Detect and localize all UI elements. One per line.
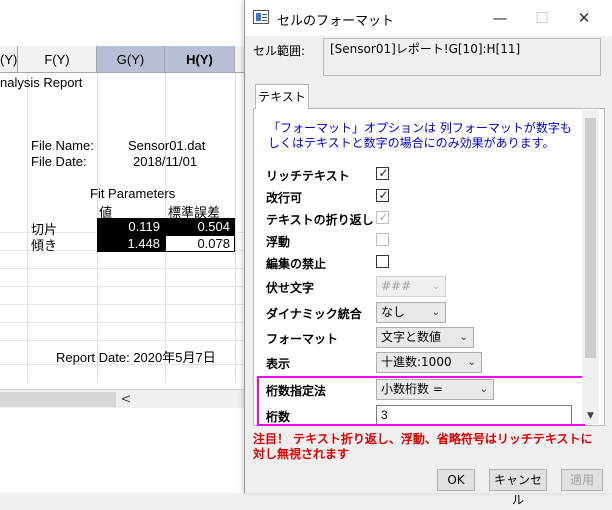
dynamic-merge-label: ダイナミック統合 bbox=[266, 307, 362, 321]
rich-text-label: リッチテキスト bbox=[266, 169, 350, 183]
float-checkbox bbox=[376, 233, 389, 246]
minimize-icon[interactable]: — bbox=[485, 6, 515, 30]
file-date-label: File Date: bbox=[31, 154, 87, 169]
no-edit-checkbox[interactable] bbox=[376, 255, 389, 268]
apply-button: 適用 bbox=[561, 469, 603, 491]
scroll-left-arrow[interactable]: < bbox=[118, 390, 134, 409]
text-tab-panel: 「フォーマット」オプションは 列フォーマットが数字もしくはテキストと数字の場合に… bbox=[253, 108, 605, 426]
dialog-title: セルのフォーマット bbox=[277, 14, 395, 29]
grid-line bbox=[235, 73, 236, 383]
close-icon[interactable]: ✕ bbox=[569, 6, 599, 30]
worksheet-icon bbox=[253, 10, 269, 24]
scrollbar-track[interactable] bbox=[0, 392, 116, 407]
grid-line bbox=[0, 304, 250, 305]
vertical-scrollbar[interactable]: ▼ bbox=[582, 110, 599, 424]
format-info-text: 「フォーマット」オプションは 列フォーマットが数字もしくはテキストと数字の場合に… bbox=[268, 121, 572, 150]
cell-intercept-value[interactable]: 0.119 bbox=[97, 218, 165, 235]
chevron-down-icon: ⌄ bbox=[467, 357, 476, 368]
grid-line bbox=[27, 73, 28, 383]
checkmark-icon: ✓ bbox=[378, 166, 389, 180]
tab-text[interactable]: テキスト bbox=[255, 84, 309, 109]
horizontal-scrollbar[interactable]: < bbox=[0, 389, 250, 408]
title-bar[interactable]: セルのフォーマット — ☐ ✕ bbox=[245, 0, 612, 36]
cell-slope-value[interactable]: 1.448 bbox=[97, 235, 165, 252]
fit-parameters-title: Fit Parameters bbox=[90, 186, 176, 201]
chevron-down-icon: ⌄ bbox=[459, 332, 468, 343]
column-header-e[interactable]: (Y) bbox=[0, 46, 18, 73]
line-break-checkbox[interactable]: ✓ bbox=[376, 188, 389, 202]
grid-line bbox=[0, 322, 250, 323]
format-dropdown[interactable]: 文字と数値 ⌄ bbox=[376, 327, 474, 348]
file-date-value: 2018/11/01 bbox=[133, 154, 198, 169]
no-edit-label: 編集の禁止 bbox=[266, 257, 327, 271]
format-value: 文字と数値 bbox=[381, 330, 442, 344]
display-label: 表示 bbox=[266, 357, 291, 371]
chevron-down-icon: ⌄ bbox=[431, 281, 440, 292]
cell-range-label: セル範囲: bbox=[253, 44, 306, 58]
display-value: 十進数:1000 bbox=[381, 355, 452, 369]
ok-button[interactable]: OK bbox=[437, 469, 475, 491]
maximize-icon: ☐ bbox=[535, 9, 549, 27]
checkmark-icon: ✓ bbox=[378, 188, 389, 202]
report-title: nalysis Report bbox=[0, 75, 83, 90]
cell-range-field: [Sensor01]レポート!G[10]:H[11] bbox=[323, 38, 601, 76]
rich-text-checkbox[interactable]: ✓ bbox=[376, 166, 389, 180]
dynamic-merge-value: なし bbox=[381, 305, 406, 319]
wrap-text-label: テキストの折り返し bbox=[266, 213, 374, 227]
report-date: Report Date: 2020年5月7日 bbox=[56, 350, 216, 365]
file-name-label: File Name: bbox=[31, 138, 94, 153]
mask-chars-label: 伏せ文字 bbox=[266, 281, 315, 295]
float-label: 浮動 bbox=[266, 235, 291, 249]
wrap-text-checkbox: ✓ bbox=[376, 210, 389, 224]
highlight-box bbox=[257, 376, 585, 426]
grid-line bbox=[0, 286, 250, 287]
row-label-slope: 傾き bbox=[31, 238, 58, 253]
column-header-f[interactable]: F(Y) bbox=[18, 46, 97, 73]
scroll-down-icon[interactable]: ▼ bbox=[582, 408, 599, 424]
column-header-h[interactable]: H(Y) bbox=[165, 46, 235, 73]
cell-intercept-stderr[interactable]: 0.504 bbox=[165, 218, 235, 235]
warning-text: 注目！ テキスト折り返し、浮動、省略符号はリッチテキストに対し無視されます bbox=[253, 432, 593, 461]
grid-line bbox=[0, 268, 250, 269]
checkmark-icon: ✓ bbox=[378, 210, 389, 224]
column-header-g[interactable]: G(Y) bbox=[97, 46, 165, 73]
file-name-value: Sensor01.dat bbox=[128, 138, 206, 153]
worksheet: (Y) F(Y) G(Y) H(Y) nalysis Report File N… bbox=[0, 0, 250, 493]
format-label: フォーマット bbox=[266, 332, 339, 346]
chevron-down-icon: ⌄ bbox=[431, 307, 440, 318]
format-cells-dialog: セルのフォーマット — ☐ ✕ セル範囲: [Sensor01]レポート!G[1… bbox=[244, 0, 612, 507]
scrollbar-thumb[interactable] bbox=[585, 118, 596, 358]
line-break-label: 改行可 bbox=[266, 191, 303, 205]
sheet-area bbox=[0, 408, 250, 493]
mask-chars-value: ### bbox=[381, 279, 412, 293]
cell-slope-stderr[interactable]: 0.078 bbox=[165, 235, 235, 252]
mask-chars-dropdown: ### ⌄ bbox=[376, 276, 446, 297]
grid-line bbox=[0, 340, 250, 341]
cancel-button[interactable]: キャンセル bbox=[489, 469, 547, 507]
dynamic-merge-dropdown[interactable]: なし ⌄ bbox=[376, 302, 446, 323]
display-dropdown[interactable]: 十進数:1000 ⌄ bbox=[376, 352, 482, 373]
